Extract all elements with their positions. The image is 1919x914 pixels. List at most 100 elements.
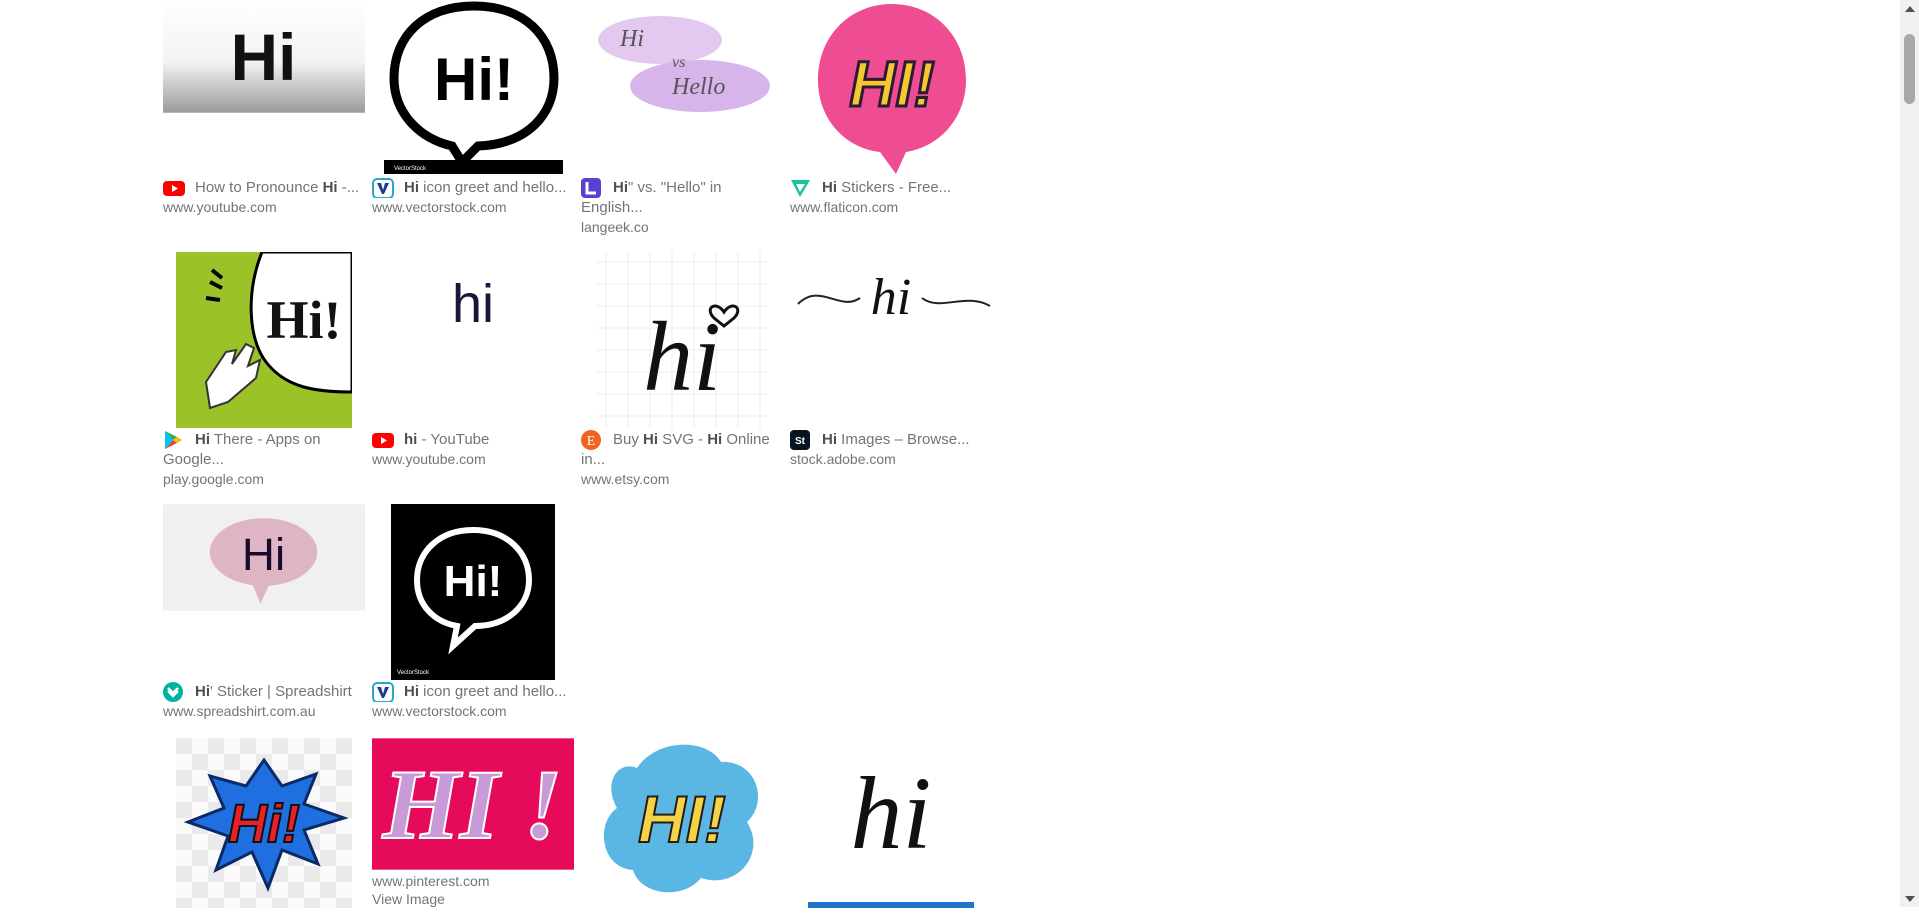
result-title-part: Hi xyxy=(195,683,210,700)
spreadshirt-icon xyxy=(163,682,185,702)
result-title[interactable]: Hi icon greet and hello... xyxy=(404,683,567,700)
result-title-part: icon greet and hello... xyxy=(419,683,567,700)
result-title[interactable]: Hi There - Apps on Google... xyxy=(163,431,321,468)
result-title-part: ' Sticker | Spreadshirt xyxy=(210,683,352,700)
result-thumbnail[interactable]: hi xyxy=(581,252,783,428)
result-title[interactable]: How to Pronounce Hi -... xyxy=(195,179,359,196)
result-thumbnail[interactable]: hi xyxy=(790,738,992,914)
result-caption[interactable]: E Buy Hi SVG - Hi Online in... www.etsy.co… xyxy=(581,430,783,488)
vertical-scrollbar[interactable] xyxy=(1900,0,1919,907)
result-title-part: Hi xyxy=(195,431,210,448)
result-domain[interactable]: www.youtube.com xyxy=(163,198,365,216)
result-caption[interactable]: Hi icon greet and hello... www.vectorstoc… xyxy=(372,178,574,216)
result-caption[interactable]: hi - YouTube www.youtube.com xyxy=(372,430,574,468)
result-title-part: Images – Browse... xyxy=(837,431,970,448)
result-domain[interactable]: www.etsy.com xyxy=(581,470,783,488)
result-title-part: How to Pronounce xyxy=(195,179,323,196)
thumb-text: Hi xyxy=(242,529,285,580)
thumb-text: vs xyxy=(672,54,685,71)
vectorstock-icon xyxy=(372,682,394,702)
result-caption[interactable]: Hi Stickers - Free... www.flaticon.com xyxy=(790,178,992,216)
result-title-part: Hi xyxy=(822,179,837,196)
svg-text:E: E xyxy=(587,434,596,449)
image-results-grid: Hi How to Pronounce Hi -... www.youtube.co… xyxy=(0,0,1900,908)
result-thumbnail[interactable]: hi xyxy=(372,252,574,428)
langeek-icon xyxy=(581,178,603,198)
result-title[interactable]: Buy Hi SVG - Hi Online in... xyxy=(581,431,770,468)
thumb-text: Hi! xyxy=(228,794,300,854)
result-title-part: Hi xyxy=(643,431,659,448)
thumb-text: hi xyxy=(851,756,932,871)
flaticon-icon xyxy=(790,178,812,198)
adobe-stock-icon: St xyxy=(790,430,812,450)
result-thumbnail[interactable]: HI! xyxy=(790,0,992,176)
result-title-part: -... xyxy=(337,179,360,196)
thumb-text: Hi! xyxy=(267,290,342,350)
result-title[interactable]: Hi icon greet and hello... xyxy=(404,179,567,196)
thumb-text: HI ! xyxy=(382,749,563,860)
result-domain[interactable]: langeek.co xyxy=(581,218,783,236)
result-title-part: - YouTube xyxy=(417,431,490,448)
scrollbar-thumb[interactable] xyxy=(1904,34,1915,104)
result-caption[interactable]: How to Pronounce Hi -... www.youtube.com xyxy=(163,178,365,216)
result-thumbnail[interactable]: Hi! xyxy=(163,252,365,428)
result-thumbnail[interactable]: Hi xyxy=(163,0,365,176)
result-domain[interactable]: www.vectorstock.com xyxy=(372,702,574,720)
thumb-text: Hi xyxy=(619,26,644,52)
result-caption[interactable]: St Hi Images – Browse... stock.adobe.com xyxy=(790,430,992,468)
result-title-part: Hi xyxy=(822,431,837,448)
result-title-part: Buy xyxy=(613,431,644,448)
scroll-up-arrow-icon[interactable] xyxy=(1900,0,1919,17)
result-thumbnail[interactable]: hi xyxy=(790,252,992,428)
result-title-part: Hi xyxy=(707,431,723,448)
scroll-down-arrow-icon[interactable] xyxy=(1900,890,1919,907)
result-title-part: Stickers - Free... xyxy=(837,179,952,196)
thumb-text: Hello xyxy=(671,74,725,100)
result-title-part: SVG - xyxy=(658,431,708,448)
svg-text:VectorStock: VectorStock xyxy=(397,670,430,676)
result-caption[interactable]: Hi There - Apps on Google... play.google.… xyxy=(163,430,365,488)
result-title[interactable]: Hi Images – Browse... xyxy=(822,431,970,448)
result-domain[interactable]: play.google.com xyxy=(163,470,365,488)
view-image-link[interactable]: View Image xyxy=(372,890,574,908)
result-title-part: icon greet and hello... xyxy=(419,179,567,196)
result-thumbnail[interactable]: Hi xyxy=(163,504,365,680)
thumb-text: HI! xyxy=(638,782,726,856)
result-domain[interactable]: www.vectorstock.com xyxy=(372,198,574,216)
svg-text:VectorStock: VectorStock xyxy=(394,166,427,172)
result-caption[interactable]: Hi' Sticker | Spreadshirt www.spreadshirt… xyxy=(163,682,365,720)
result-title[interactable]: Hi Stickers - Free... xyxy=(822,179,951,196)
result-title[interactable]: hi - YouTube xyxy=(404,431,489,448)
result-thumbnail[interactable]: Hi! VectorStock xyxy=(372,504,574,680)
result-domain[interactable]: www.spreadshirt.com.au xyxy=(163,702,365,720)
google-play-icon xyxy=(163,430,185,450)
thumb-text: Hi xyxy=(231,21,297,94)
result-domain[interactable]: www.youtube.com xyxy=(372,450,574,468)
result-thumbnail[interactable]: Hi! VectorStock xyxy=(372,0,574,176)
thumb-text: hi xyxy=(452,274,494,334)
result-title-part: Hi xyxy=(404,683,419,700)
result-title[interactable]: Hi' Sticker | Spreadshirt xyxy=(195,683,352,700)
thumb-text: Hi! xyxy=(434,46,514,113)
result-domain[interactable]: www.pinterest.com xyxy=(372,872,574,890)
result-thumbnail[interactable]: HI! xyxy=(581,738,783,914)
result-caption[interactable]: Hi icon greet and hello... www.vectorstoc… xyxy=(372,682,574,720)
result-title-part: Hi xyxy=(404,179,419,196)
result-thumbnail[interactable]: Hi vs Hello xyxy=(581,0,783,176)
result-title-part: hi xyxy=(404,431,418,448)
result-title-part: Hi xyxy=(613,179,628,196)
thumb-text: hi xyxy=(871,269,911,326)
result-domain[interactable]: stock.adobe.com xyxy=(790,450,992,468)
result-caption[interactable]: Hi" vs. "Hello" in English... langeek.co xyxy=(581,178,783,236)
youtube-icon xyxy=(372,430,394,450)
result-title-part: Hi xyxy=(322,179,338,196)
thumb-text: Hi! xyxy=(444,557,503,606)
result-title-part: There - Apps on Google... xyxy=(163,431,321,468)
etsy-icon: E xyxy=(581,430,603,450)
youtube-icon xyxy=(163,178,185,198)
result-caption[interactable]: www.pinterest.com View Image xyxy=(372,872,574,908)
result-domain[interactable]: www.flaticon.com xyxy=(790,198,992,216)
thumb-text: HI! xyxy=(849,48,934,120)
result-thumbnail[interactable]: Hi! xyxy=(163,738,365,914)
svg-text:St: St xyxy=(795,436,806,447)
